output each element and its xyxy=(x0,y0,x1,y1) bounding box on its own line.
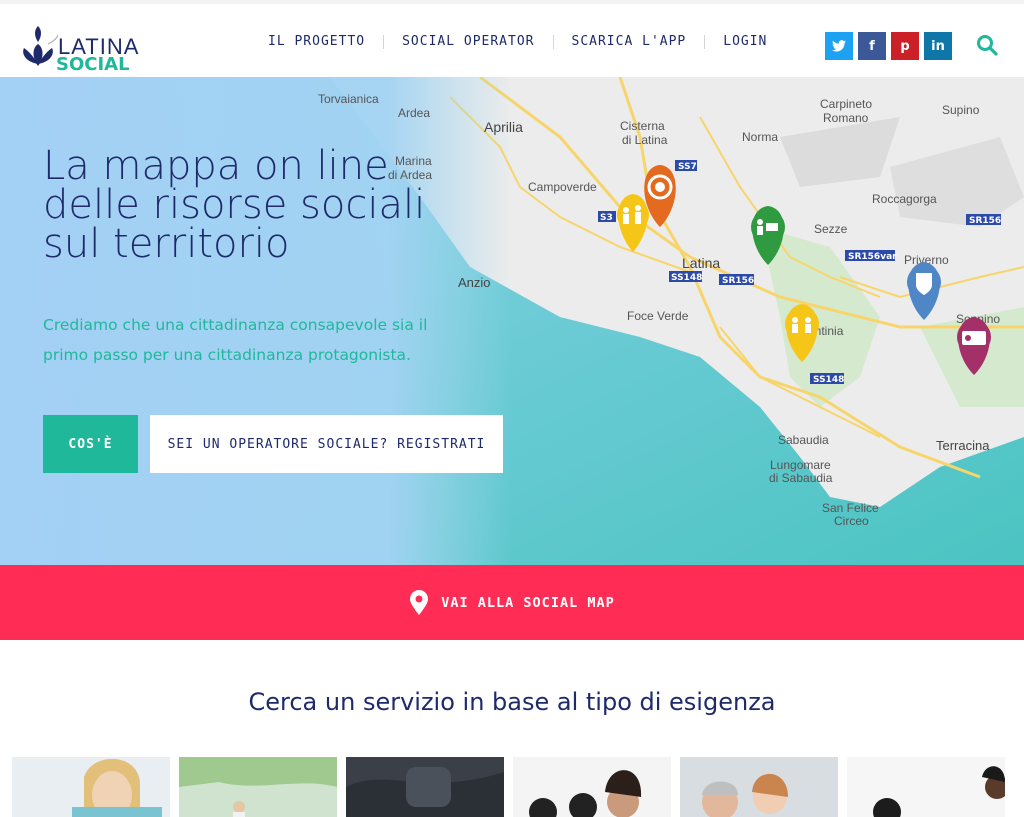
map-label: Ardea xyxy=(398,106,430,120)
hero-subtitle: Crediamo che una cittadinanza consapevol… xyxy=(43,316,428,364)
nav-il-progetto[interactable]: IL PROGETTO xyxy=(250,34,383,49)
register-operator-button[interactable]: SEI UN OPERATORE SOCIALE? REGISTRATI xyxy=(150,415,503,473)
map-label: Norma xyxy=(742,130,778,144)
linkedin-icon[interactable]: in xyxy=(924,32,952,60)
site-header: LATINA SOCIAL MAPP IL PROGETTO SOCIAL OP… xyxy=(0,0,1024,96)
map-pin-icon xyxy=(410,589,429,615)
pinterest-icon[interactable]: p xyxy=(891,32,919,60)
road-shield: SR156var xyxy=(848,252,897,262)
hero-title: La mappa on line delle risorse sociali s… xyxy=(43,143,426,267)
map-label: Terracina xyxy=(936,438,990,453)
map-label: Circeo xyxy=(834,514,869,528)
service-card-photo[interactable] xyxy=(680,757,838,817)
map-label: Latina xyxy=(682,255,720,271)
map-label: Foce Verde xyxy=(627,309,689,323)
hero-heading-wrap: La mappa on line delle risorse sociali s… xyxy=(43,143,463,267)
cose-button[interactable]: COS'È xyxy=(43,415,138,473)
hero-section: Torvaianica Ardea Aprilia Cisterna di La… xyxy=(0,77,1024,565)
nav-scarica-app[interactable]: SCARICA L'APP xyxy=(554,34,705,49)
map-label: Carpineto xyxy=(820,97,872,111)
nav-social-operator[interactable]: SOCIAL OPERATOR xyxy=(384,34,552,49)
lotus-icon xyxy=(23,26,58,66)
map-label: di Sabaudia xyxy=(769,471,833,485)
map-label: Roccagorga xyxy=(872,192,937,206)
services-title: Cerca un servizio in base al tipo di esi… xyxy=(248,688,776,716)
service-card-photo[interactable] xyxy=(12,757,170,817)
main-nav: IL PROGETTO SOCIAL OPERATOR SCARICA L'AP… xyxy=(250,34,785,49)
map-label: Aprilia xyxy=(484,119,523,135)
search-icon[interactable] xyxy=(976,34,998,60)
social-map-cta-label: VAI ALLA SOCIAL MAP xyxy=(441,594,615,611)
map-label: di Latina xyxy=(622,133,668,147)
road-shield: SS7 xyxy=(678,162,697,172)
map-label: San Felice xyxy=(822,501,879,515)
road-shield: SR156 xyxy=(722,276,754,286)
service-card-photo[interactable] xyxy=(513,757,671,817)
social-map-cta[interactable]: VAI ALLA SOCIAL MAP xyxy=(0,565,1024,640)
map-label: Supino xyxy=(942,103,980,117)
map-label: Cisterna xyxy=(620,119,665,133)
road-shield: SR156 xyxy=(969,216,1001,226)
social-links: f p in xyxy=(825,32,952,60)
twitter-icon[interactable] xyxy=(825,32,853,60)
service-card-photo[interactable] xyxy=(346,757,504,817)
map-label: Lungomare xyxy=(770,458,831,472)
road-shield: SS148 xyxy=(813,375,844,385)
map-label: Torvaianica xyxy=(318,92,379,106)
site-logo[interactable]: LATINA SOCIAL MAPP xyxy=(18,14,188,96)
map-label: Sabaudia xyxy=(778,433,829,447)
facebook-icon[interactable]: f xyxy=(858,32,886,60)
service-thumbnails xyxy=(12,757,1005,817)
map-label: Sezze xyxy=(814,222,848,236)
map-label: Campoverde xyxy=(528,180,597,194)
map-label: Romano xyxy=(823,111,869,125)
road-shield: S3 xyxy=(600,213,613,223)
service-card-photo[interactable] xyxy=(179,757,337,817)
map-label: Anzio xyxy=(458,275,491,290)
service-card-photo[interactable] xyxy=(847,757,1005,817)
road-shield: SS148 xyxy=(671,273,702,283)
nav-login[interactable]: LOGIN xyxy=(705,34,785,49)
